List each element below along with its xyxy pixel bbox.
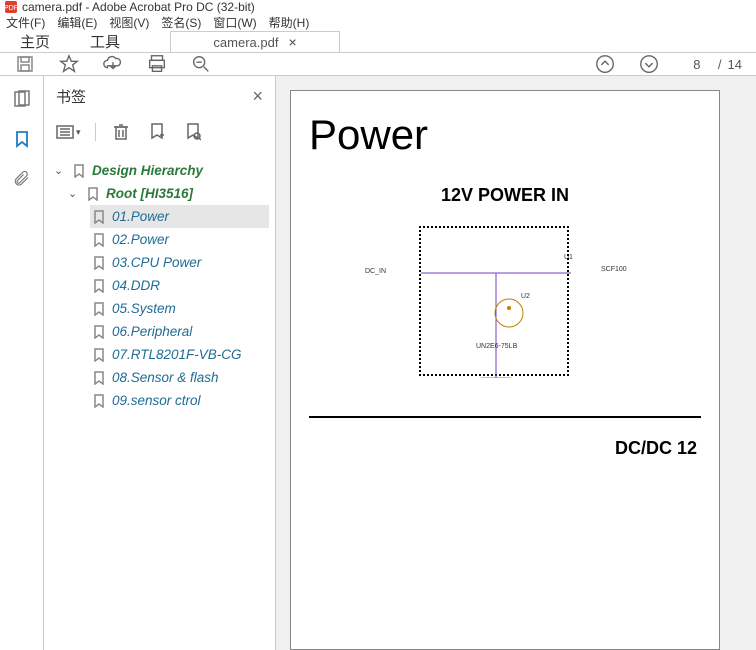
- pdf-page: Power 12V POWER IN DC_IN U1 SCF100: [290, 90, 720, 650]
- thumbnails-icon[interactable]: [11, 88, 33, 110]
- menu-window[interactable]: 窗口(W): [213, 14, 256, 31]
- menu-sign[interactable]: 签名(S): [161, 14, 201, 31]
- schematic-diagram: U2 UN2E6-75LB: [419, 226, 569, 376]
- page-total: 14: [728, 57, 742, 72]
- bookmark-item[interactable]: 09.sensor ctrol: [90, 389, 269, 412]
- menu-file[interactable]: 文件(F): [6, 14, 45, 31]
- bookmark-root[interactable]: ⌄ Root [HI3516]: [66, 182, 269, 205]
- panel-title: 书签: [56, 86, 86, 107]
- star-icon[interactable]: [58, 53, 80, 75]
- bookmark-item[interactable]: 01.Power: [90, 205, 269, 228]
- bookmark-item[interactable]: 04.DDR: [90, 274, 269, 297]
- tab-tools[interactable]: 工具: [70, 31, 140, 52]
- section-heading-2: DC/DC 12: [309, 438, 701, 459]
- bookmark-label: 05.System: [112, 301, 176, 316]
- bookmark-label: Design Hierarchy: [92, 163, 203, 178]
- page-down-icon[interactable]: [638, 53, 660, 75]
- bookmarks-panel: 书签 × ▾ ⌄ Design Hierarchy ⌄ Root [HI3516…: [44, 76, 276, 650]
- bookmark-label: 08.Sensor & flash: [112, 370, 219, 385]
- panel-toolbar: ▾: [44, 117, 275, 153]
- svg-text:PDF: PDF: [4, 5, 18, 12]
- options-icon[interactable]: ▾: [56, 121, 81, 143]
- bookmark-label: 02.Power: [112, 232, 169, 247]
- bookmark-label: 04.DDR: [112, 278, 160, 293]
- bookmark-icon: [92, 279, 106, 293]
- menu-help[interactable]: 帮助(H): [269, 14, 310, 31]
- bookmark-tree: ⌄ Design Hierarchy ⌄ Root [HI3516] 01.Po…: [44, 153, 275, 412]
- attachments-icon[interactable]: [11, 168, 33, 190]
- bookmark-label: 07.RTL8201F-VB-CG: [112, 347, 242, 362]
- print-icon[interactable]: [146, 53, 168, 75]
- bookmark-item[interactable]: 03.CPU Power: [90, 251, 269, 274]
- label-dcin: DC_IN: [365, 268, 386, 275]
- chevron-down-icon[interactable]: ⌄: [68, 187, 80, 200]
- bookmark-icon: [92, 256, 106, 270]
- tab-home[interactable]: 主页: [0, 31, 70, 52]
- bookmark-icon: [92, 210, 106, 224]
- chevron-down-icon[interactable]: ⌄: [54, 164, 66, 177]
- page-counter: / 14: [682, 57, 742, 72]
- tab-document-label: camera.pdf: [213, 35, 278, 50]
- bookmark-item[interactable]: 06.Peripheral: [90, 320, 269, 343]
- new-bookmark-icon[interactable]: [146, 121, 168, 143]
- cloud-icon[interactable]: [102, 53, 124, 75]
- page-sep: /: [718, 57, 722, 72]
- tabbar: 主页 工具 camera.pdf ×: [0, 31, 756, 53]
- bookmark-design-hierarchy[interactable]: ⌄ Design Hierarchy: [52, 159, 269, 182]
- bookmark-icon: [92, 371, 106, 385]
- bookmark-label: 09.sensor ctrol: [112, 393, 201, 408]
- bookmark-label: 06.Peripheral: [112, 324, 192, 339]
- page-current-input[interactable]: [682, 57, 712, 72]
- save-icon[interactable]: [14, 53, 36, 75]
- bookmark-label: 03.CPU Power: [112, 255, 201, 270]
- document-view[interactable]: Power 12V POWER IN DC_IN U1 SCF100: [276, 76, 756, 650]
- bookmark-icon: [72, 164, 86, 178]
- bookmark-icon: [92, 348, 106, 362]
- label-cap: UN2E6-75LB: [476, 343, 517, 350]
- bookmark-icon: [92, 325, 106, 339]
- bookmark-item[interactable]: 08.Sensor & flash: [90, 366, 269, 389]
- delete-icon[interactable]: [110, 121, 132, 143]
- window-title: camera.pdf - Adobe Acrobat Pro DC (32-bi…: [22, 0, 255, 14]
- pdf-icon: PDF: [4, 0, 18, 14]
- panel-close-icon[interactable]: ×: [252, 86, 263, 107]
- toolbar: / 14: [0, 53, 756, 76]
- bookmark-icon: [92, 394, 106, 408]
- page-up-icon[interactable]: [594, 53, 616, 75]
- rail: [0, 76, 44, 650]
- divider: [309, 416, 701, 418]
- close-icon[interactable]: ×: [288, 34, 296, 50]
- label-u2: U2: [521, 293, 530, 300]
- menu-view[interactable]: 视图(V): [109, 14, 149, 31]
- titlebar: PDF camera.pdf - Adobe Acrobat Pro DC (3…: [0, 0, 756, 14]
- bookmark-item[interactable]: 05.System: [90, 297, 269, 320]
- section-heading: 12V POWER IN: [309, 185, 701, 206]
- zoom-icon[interactable]: [190, 53, 212, 75]
- menubar: 文件(F) 编辑(E) 视图(V) 签名(S) 窗口(W) 帮助(H): [0, 14, 756, 31]
- bookmark-item[interactable]: 02.Power: [90, 228, 269, 251]
- bookmark-item[interactable]: 07.RTL8201F-VB-CG: [90, 343, 269, 366]
- bookmarks-icon[interactable]: [11, 128, 33, 150]
- bookmark-label: 01.Power: [112, 209, 169, 224]
- bookmark-label: Root [HI3516]: [106, 186, 193, 201]
- page-heading: Power: [309, 111, 701, 159]
- label-scf: SCF100: [601, 266, 627, 273]
- bookmark-icon: [86, 187, 100, 201]
- find-bookmark-icon[interactable]: [182, 121, 204, 143]
- menu-edit[interactable]: 编辑(E): [57, 14, 97, 31]
- bookmark-icon: [92, 302, 106, 316]
- bookmark-icon: [92, 233, 106, 247]
- tab-document[interactable]: camera.pdf ×: [170, 31, 340, 52]
